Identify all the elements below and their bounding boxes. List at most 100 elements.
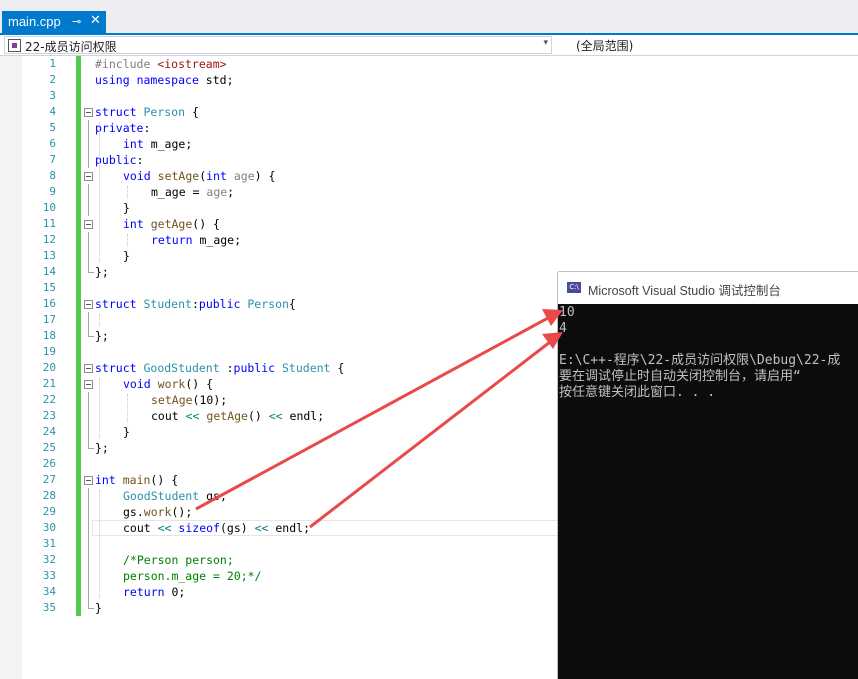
line-number: 23 [42,409,56,422]
code-line-28[interactable]: GoodStudent gs; [123,489,227,503]
console-title-bar[interactable]: C:\ Microsoft Visual Studio 调试控制台 [558,272,858,304]
code-line-34[interactable]: return 0; [123,585,185,599]
code-line-9[interactable]: m_age = age; [151,185,234,199]
line-number: 24 [42,425,56,438]
line-number: 8 [49,169,56,182]
console-output[interactable]: 10 4 E:\C++-程序\22-成员访问权限\Debug\22-成 要在调试… [558,304,858,679]
pin-icon[interactable]: ⊸ [72,15,81,28]
line-number: 7 [49,153,56,166]
fold-guide-line [88,552,89,568]
code-line-2[interactable]: using namespace std; [95,73,234,87]
code-line-35[interactable]: } [95,601,102,615]
console-line: 要在调试停止时自动关闭控制台，请启用“ [559,369,801,384]
line-number: 30 [42,521,56,534]
change-bar [76,328,81,344]
code-line-4[interactable]: struct Person { [95,105,199,119]
collapse-icon[interactable] [84,364,93,373]
code-line-6[interactable]: int m_age; [123,137,192,151]
fold-guide-line [88,120,89,136]
change-bar [76,408,81,424]
debug-console-window[interactable]: C:\ Microsoft Visual Studio 调试控制台 10 4 E… [558,272,858,679]
collapse-icon[interactable] [84,220,93,229]
collapse-icon[interactable] [84,476,93,485]
editor-line-3: 3 [0,88,858,104]
code-line-1[interactable]: #include <iostream> [95,57,227,71]
line-number: 33 [42,569,56,582]
console-title: Microsoft Visual Studio 调试控制台 [588,284,781,298]
change-bar [76,296,81,312]
fold-guide-line [88,424,89,440]
code-line-8[interactable]: void setAge(int age) { [123,169,275,183]
line-number: 17 [42,313,56,326]
editor-line-9: 9 [0,184,858,200]
code-line-30[interactable]: cout << sizeof(gs) << endl; [123,521,310,535]
fold-guide-line [88,488,89,504]
fold-guide-line [88,184,89,200]
line-number: 12 [42,233,56,246]
collapse-icon[interactable] [84,380,93,389]
close-icon[interactable]: ✕ [90,13,101,28]
collapse-icon[interactable] [84,108,93,117]
change-bar [76,440,81,456]
change-bar [76,600,81,616]
code-line-14[interactable]: }; [95,265,109,279]
line-number: 19 [42,345,56,358]
indent-guide [99,378,100,438]
fold-end-marker [88,440,94,449]
code-line-29[interactable]: gs.work(); [123,505,192,519]
collapse-icon[interactable] [84,172,93,181]
collapse-icon[interactable] [84,300,93,309]
change-bar [76,168,81,184]
code-line-21[interactable]: void work() { [123,377,213,391]
document-tab-strip: main.cpp ⊸ ✕ [0,0,858,33]
fold-guide-line [88,232,89,248]
code-line-7[interactable]: public: [95,153,143,167]
code-line-27[interactable]: int main() { [95,473,178,487]
line-number: 18 [42,329,56,342]
line-number: 15 [42,281,56,294]
line-number: 14 [42,265,56,278]
fold-guide-line [88,312,89,328]
line-number: 32 [42,553,56,566]
fold-end-marker [88,600,94,609]
code-line-13[interactable]: } [123,249,130,263]
code-line-25[interactable]: }; [95,441,109,455]
console-app-icon: C:\ [567,282,581,293]
fold-guide-line [88,504,89,520]
code-line-32[interactable]: /*Person person; [123,553,234,567]
change-bar [76,216,81,232]
code-line-20[interactable]: struct GoodStudent :public Student { [95,361,344,375]
change-bar [76,584,81,600]
fold-guide-line [88,536,89,552]
code-line-11[interactable]: int getAge() { [123,217,220,231]
code-line-10[interactable]: } [123,201,130,215]
change-bar [76,536,81,552]
code-line-23[interactable]: cout << getAge() << endl; [151,409,324,423]
change-bar [76,104,81,120]
change-bar [76,72,81,88]
line-number: 5 [49,121,56,134]
code-line-18[interactable]: }; [95,329,109,343]
code-line-5[interactable]: private: [95,121,150,135]
line-number: 26 [42,457,56,470]
code-line-22[interactable]: setAge(10); [151,393,227,407]
code-line-24[interactable]: } [123,425,130,439]
line-number: 22 [42,393,56,406]
global-scope-dropdown[interactable]: (全局范围) [556,36,856,53]
change-bar [76,520,81,536]
line-number: 20 [42,361,56,374]
change-bar [76,200,81,216]
code-line-33[interactable]: person.m_age = 20;*/ [123,569,261,583]
fold-end-marker [88,264,94,273]
fold-guide-line [88,152,89,168]
dropdown-arrow-icon[interactable]: ▾ [543,38,548,48]
project-scope-dropdown[interactable]: 22-成员访问权限 ▾ [4,36,552,54]
change-bar [76,472,81,488]
code-line-12[interactable]: return m_age; [151,233,241,247]
change-bar [76,232,81,248]
code-line-16[interactable]: struct Student:public Person{ [95,297,296,311]
line-number: 28 [42,489,56,502]
line-number: 9 [49,185,56,198]
project-scope-label: 22-成员访问权限 [25,40,117,54]
tab-main-cpp[interactable]: main.cpp ⊸ ✕ [2,11,106,33]
